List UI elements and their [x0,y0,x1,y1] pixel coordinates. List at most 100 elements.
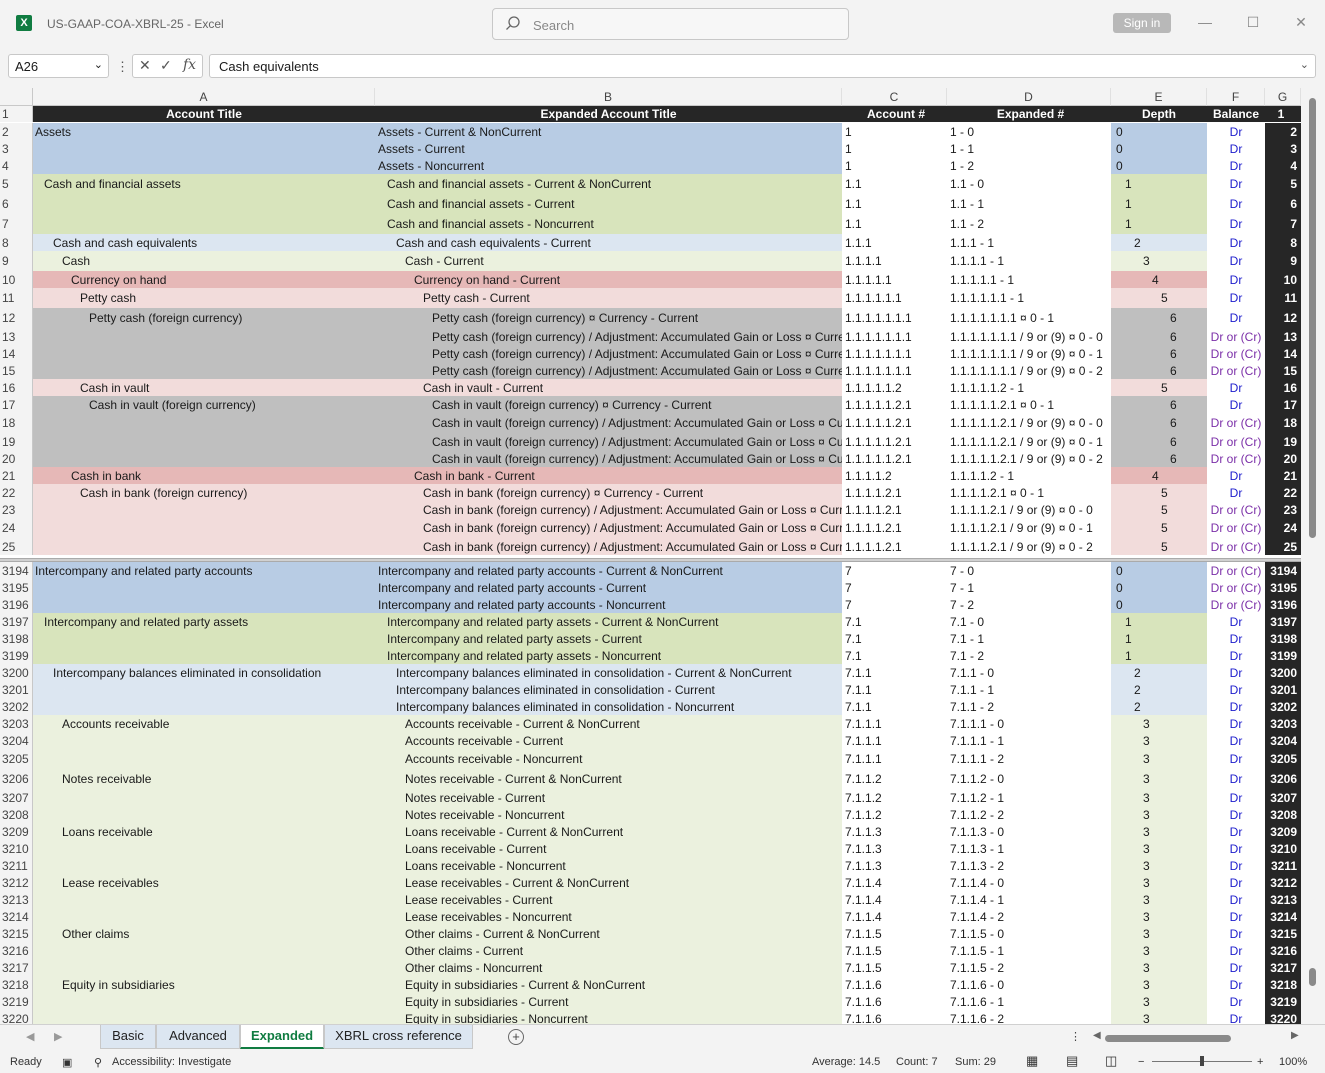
cell-account-number[interactable]: 7.1 [842,613,947,630]
cell-balance[interactable]: Dr or (Cr) [1207,596,1265,613]
header-g[interactable]: 1 [1265,106,1301,122]
row-number[interactable]: 3 [0,140,33,157]
cell-g[interactable]: 3213 [1265,891,1301,908]
cell-balance[interactable]: Dr [1207,715,1265,732]
cell-expanded-number[interactable]: 1.1.1.1 - 1 [947,251,1111,271]
row-number[interactable]: 15 [0,362,33,379]
cell-account-number[interactable]: 7.1.1.3 [842,840,947,857]
cell-g[interactable]: 19 [1265,433,1301,450]
cell-expanded-title[interactable]: Notes receivable - Current [375,789,842,806]
more-options-icon[interactable]: ⋮ [116,59,129,75]
cell-account-title[interactable]: Cash in vault [33,379,375,396]
accessibility-status[interactable]: Accessibility: Investigate [112,1056,231,1068]
cell-expanded-title[interactable]: Cash - Current [375,251,842,271]
cell-expanded-title[interactable]: Petty cash (foreign currency) ¤ Currency… [375,308,842,328]
cell-account-number[interactable]: 7.1.1.2 [842,769,947,789]
cell-g[interactable]: 5 [1265,174,1301,194]
cell-account-number[interactable]: 7.1.1.4 [842,908,947,925]
cell-account-number[interactable]: 1 [842,140,947,157]
cell-account-number[interactable]: 1.1.1.1.1.2 [842,379,947,396]
cell-account-title[interactable]: Intercompany and related party assets [33,613,375,630]
cell-depth[interactable]: 2 [1111,681,1207,698]
cell-g[interactable]: 3208 [1265,806,1301,823]
cell-g[interactable]: 3207 [1265,789,1301,806]
cell-depth[interactable]: 3 [1111,251,1207,271]
row-number[interactable]: 16 [0,379,33,396]
cell-balance[interactable]: Dr [1207,308,1265,328]
vertical-scrollbar[interactable] [1301,88,1325,1024]
cell-balance[interactable]: Dr [1207,857,1265,874]
row-number[interactable]: 20 [0,450,33,467]
cell-depth[interactable]: 6 [1111,362,1207,379]
cell-expanded-number[interactable]: 1.1.1.1.2.1 / 9 or (9) ¤ 0 - 1 [947,518,1111,538]
row-number[interactable]: 3217 [0,959,33,976]
cell-depth[interactable]: 3 [1111,823,1207,840]
cell-depth[interactable]: 3 [1111,908,1207,925]
cell-expanded-number[interactable]: 1.1 - 2 [947,214,1111,234]
cell-account-title[interactable]: Cash in vault (foreign currency) [33,396,375,413]
cell-depth[interactable]: 5 [1111,379,1207,396]
cell-expanded-title[interactable]: Accounts receivable - Current & NonCurre… [375,715,842,732]
row-number[interactable]: 3216 [0,942,33,959]
cell-balance[interactable]: Dr [1207,647,1265,664]
cell-account-number[interactable]: 7.1.1 [842,681,947,698]
cell-expanded-number[interactable]: 7.1.1.3 - 0 [947,823,1111,840]
zoom-in-icon[interactable]: + [1257,1056,1263,1068]
cell-account-title[interactable] [33,596,375,613]
cell-g[interactable]: 8 [1265,234,1301,251]
top-scroll-thumb[interactable] [1309,98,1316,538]
row-number[interactable]: 25 [0,538,33,555]
cell-expanded-number[interactable]: 1.1.1.1.1.2.1 / 9 or (9) ¤ 0 - 1 [947,433,1111,450]
zoom-level[interactable]: 100% [1279,1056,1307,1068]
cell-account-title[interactable] [33,681,375,698]
row-number[interactable]: 3220 [0,1010,33,1024]
cell-balance[interactable]: Dr or (Cr) [1207,362,1265,379]
cell-g[interactable]: 21 [1265,467,1301,484]
cell-expanded-number[interactable]: 1.1.1.1.1.2 - 1 [947,379,1111,396]
cell-account-number[interactable]: 1.1.1.1.1 [842,271,947,288]
cell-account-title[interactable]: Petty cash (foreign currency) [33,308,375,328]
cell-balance[interactable]: Dr or (Cr) [1207,562,1265,579]
formula-input[interactable]: Cash equivalents ⌄ [209,54,1316,78]
cell-expanded-number[interactable]: 1.1 - 0 [947,174,1111,194]
row-number[interactable]: 3202 [0,698,33,715]
cell-depth[interactable]: 6 [1111,396,1207,413]
cell-g[interactable]: 3203 [1265,715,1301,732]
cell-balance[interactable]: Dr or (Cr) [1207,433,1265,450]
cell-expanded-title[interactable]: Petty cash (foreign currency) / Adjustme… [375,362,842,379]
cell-balance[interactable]: Dr [1207,194,1265,214]
cell-account-number[interactable]: 7.1 [842,630,947,647]
cell-g[interactable]: 3216 [1265,942,1301,959]
row-number[interactable]: 3201 [0,681,33,698]
cell-account-number[interactable]: 7 [842,579,947,596]
cell-account-number[interactable]: 7.1.1.5 [842,925,947,942]
cell-account-title[interactable] [33,579,375,596]
cell-balance[interactable]: Dr or (Cr) [1207,413,1265,433]
cell-depth[interactable]: 5 [1111,501,1207,518]
row-number[interactable]: 3194 [0,562,33,579]
cell-expanded-number[interactable]: 7.1.1.5 - 1 [947,942,1111,959]
cell-account-number[interactable]: 7.1.1.2 [842,789,947,806]
cell-g[interactable]: 3214 [1265,908,1301,925]
cell-account-number[interactable]: 7.1.1.1 [842,732,947,749]
close-icon[interactable]: ✕ [1291,14,1311,31]
cell-expanded-number[interactable]: 7.1.1.4 - 1 [947,891,1111,908]
cell-account-number[interactable]: 1.1.1.1.1.1.1 [842,362,947,379]
cell-account-title[interactable]: Equity in subsidiaries [33,976,375,993]
count-stat[interactable]: Count: 7 [896,1056,938,1068]
cell-account-number[interactable]: 1.1.1.1.1.1.1 [842,328,947,345]
chevron-down-icon[interactable]: ⌄ [94,58,103,71]
row-number[interactable]: 3211 [0,857,33,874]
cell-expanded-number[interactable]: 7.1 - 1 [947,630,1111,647]
cell-account-number[interactable]: 7.1.1.6 [842,1010,947,1024]
cell-g[interactable]: 10 [1265,271,1301,288]
maximize-icon[interactable]: ☐ [1243,14,1263,31]
sheet-tab[interactable]: Expanded [240,1025,324,1049]
row-number[interactable]: 6 [0,194,33,214]
cell-expanded-title[interactable]: Accounts receivable - Current [375,732,842,749]
cell-expanded-title[interactable]: Intercompany and related party assets - … [375,630,842,647]
cell-account-title[interactable] [33,362,375,379]
cell-expanded-number[interactable]: 7.1 - 2 [947,647,1111,664]
cell-balance[interactable]: Dr [1207,925,1265,942]
cell-expanded-number[interactable]: 7.1.1.2 - 0 [947,769,1111,789]
